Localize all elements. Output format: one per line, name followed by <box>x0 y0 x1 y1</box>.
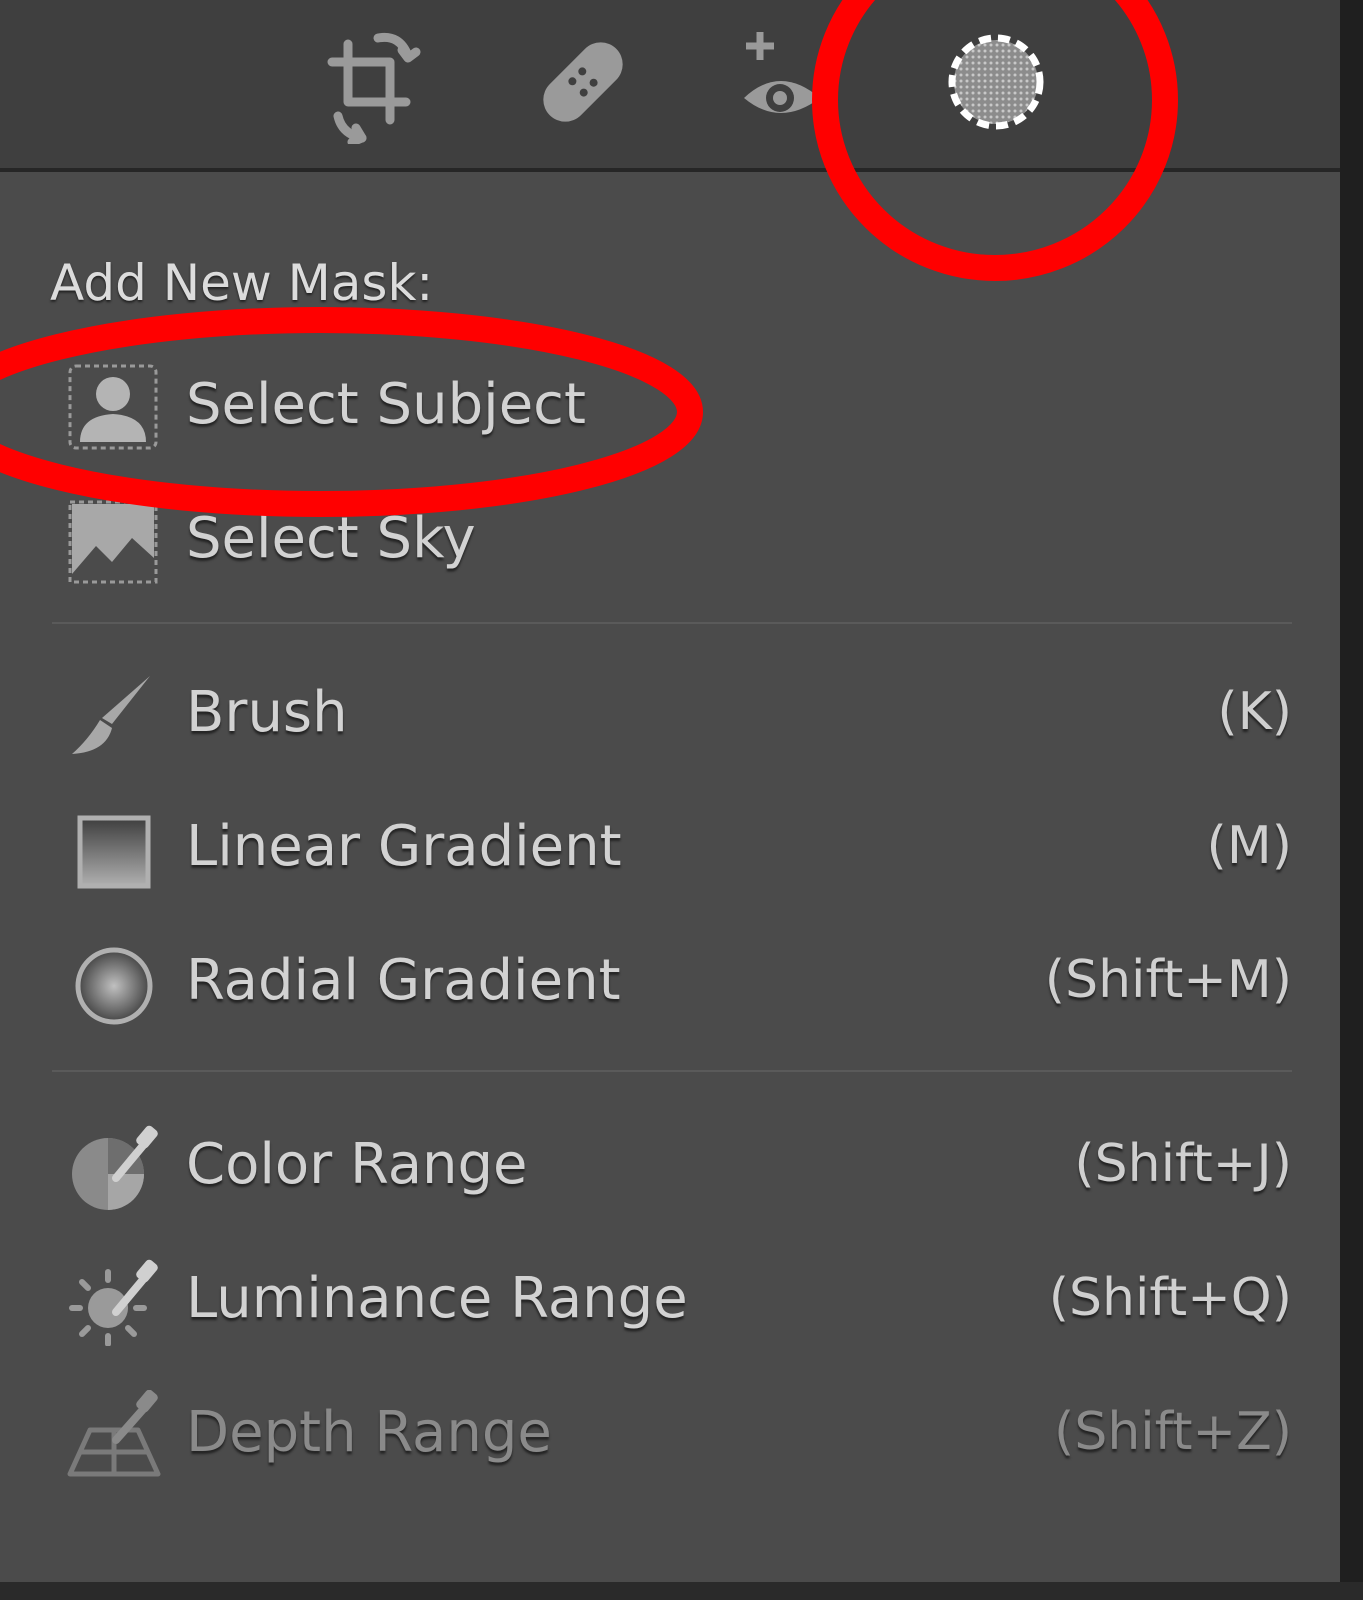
healing-bandage-icon[interactable] <box>528 24 638 144</box>
tool-strip <box>0 0 1340 172</box>
color-range-icon <box>66 1122 162 1212</box>
menu-label: Linear Gradient <box>186 814 622 879</box>
menu-label: Select Sky <box>186 506 476 571</box>
panel-right-border <box>1346 0 1363 1600</box>
menu-item-select-subject[interactable]: Select Subject <box>0 350 1300 460</box>
select-sky-icon <box>66 496 162 586</box>
menu-label: Depth Range <box>186 1400 552 1465</box>
menu-item-linear-gradient[interactable]: Linear Gradient (M) <box>0 792 1300 902</box>
red-eye-icon[interactable] <box>740 24 850 144</box>
menu-label: Select Subject <box>186 372 586 437</box>
menu-shortcut: (Shift+Q) <box>1048 1268 1292 1328</box>
menu-label: Luminance Range <box>186 1266 688 1331</box>
luminance-range-icon <box>66 1256 162 1347</box>
brush-icon <box>66 670 162 760</box>
depth-range-icon <box>66 1389 162 1480</box>
crop-icon[interactable] <box>318 24 428 147</box>
menu-divider <box>52 1070 1292 1072</box>
menu-label: Radial Gradient <box>186 948 621 1013</box>
menu-item-radial-gradient[interactable]: Radial Gradient (Shift+M) <box>0 926 1300 1036</box>
masking-icon[interactable] <box>940 24 1050 144</box>
menu-divider <box>52 622 1292 624</box>
menu-label: Brush <box>186 680 348 745</box>
select-subject-icon <box>66 362 162 452</box>
add-new-mask-heading: Add New Mask: <box>50 254 434 312</box>
menu-item-depth-range: Depth Range (Shift+Z) <box>0 1378 1300 1488</box>
radial-gradient-icon <box>66 938 162 1028</box>
menu-shortcut: (Shift+M) <box>1044 950 1292 1010</box>
menu-item-brush[interactable]: Brush (K) <box>0 658 1300 768</box>
linear-gradient-icon <box>66 804 162 894</box>
menu-label: Color Range <box>186 1132 528 1197</box>
panel-bottom-border <box>0 1582 1363 1600</box>
menu-item-luminance-range[interactable]: Luminance Range (Shift+Q) <box>0 1244 1300 1354</box>
menu-shortcut: (M) <box>1206 816 1292 876</box>
menu-item-color-range[interactable]: Color Range (Shift+J) <box>0 1110 1300 1220</box>
menu-item-select-sky[interactable]: Select Sky <box>0 484 1300 594</box>
menu-shortcut: (Shift+Z) <box>1054 1402 1292 1462</box>
menu-shortcut: (Shift+J) <box>1074 1134 1292 1194</box>
menu-shortcut: (K) <box>1217 682 1292 742</box>
